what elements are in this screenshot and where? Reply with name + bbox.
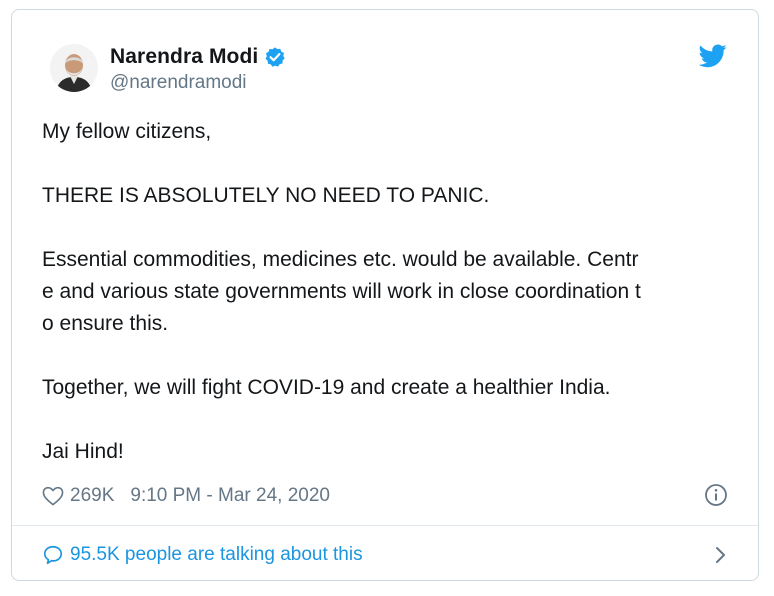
verified-badge-icon <box>264 46 286 68</box>
tweet-paragraph: THERE IS ABSOLUTELY NO NEED TO PANIC. <box>42 184 490 207</box>
conversation-count-text[interactable]: 95.5K people are talking about this <box>70 544 363 566</box>
author-handle[interactable]: @narendramodi <box>110 72 247 94</box>
divider <box>12 525 758 526</box>
tweet-timestamp[interactable]: 9:10 PM - Mar 24, 2020 <box>130 485 330 507</box>
like-count[interactable]: 269K <box>70 485 114 507</box>
tweet-meta: 269K 9:10 PM - Mar 24, 2020 <box>42 482 330 510</box>
heart-icon[interactable] <box>42 486 64 506</box>
author-name[interactable]: Narendra Modi <box>110 45 258 69</box>
tweet-card: Narendra Modi @narendramodi My fellow ci… <box>11 9 759 581</box>
info-icon[interactable] <box>704 483 728 507</box>
tweet-text: My fellow citizens, THERE IS ABSOLUTELY … <box>42 116 732 468</box>
tweet-paragraph: Together, we will fight COVID-19 and cre… <box>42 376 611 399</box>
chevron-right-icon[interactable] <box>714 544 728 566</box>
avatar[interactable] <box>50 44 98 92</box>
author-name-row[interactable]: Narendra Modi <box>110 42 286 72</box>
tweet-paragraph: Essential commodities, medicines etc. wo… <box>42 248 641 335</box>
tweet-paragraph: Jai Hind! <box>42 440 124 463</box>
conversation-link[interactable]: 95.5K people are talking about this <box>42 540 728 570</box>
avatar-portrait <box>50 44 98 92</box>
tweet-paragraph: My fellow citizens, <box>42 120 212 143</box>
twitter-bird-icon[interactable] <box>698 44 727 68</box>
speech-bubble-icon <box>42 544 64 566</box>
